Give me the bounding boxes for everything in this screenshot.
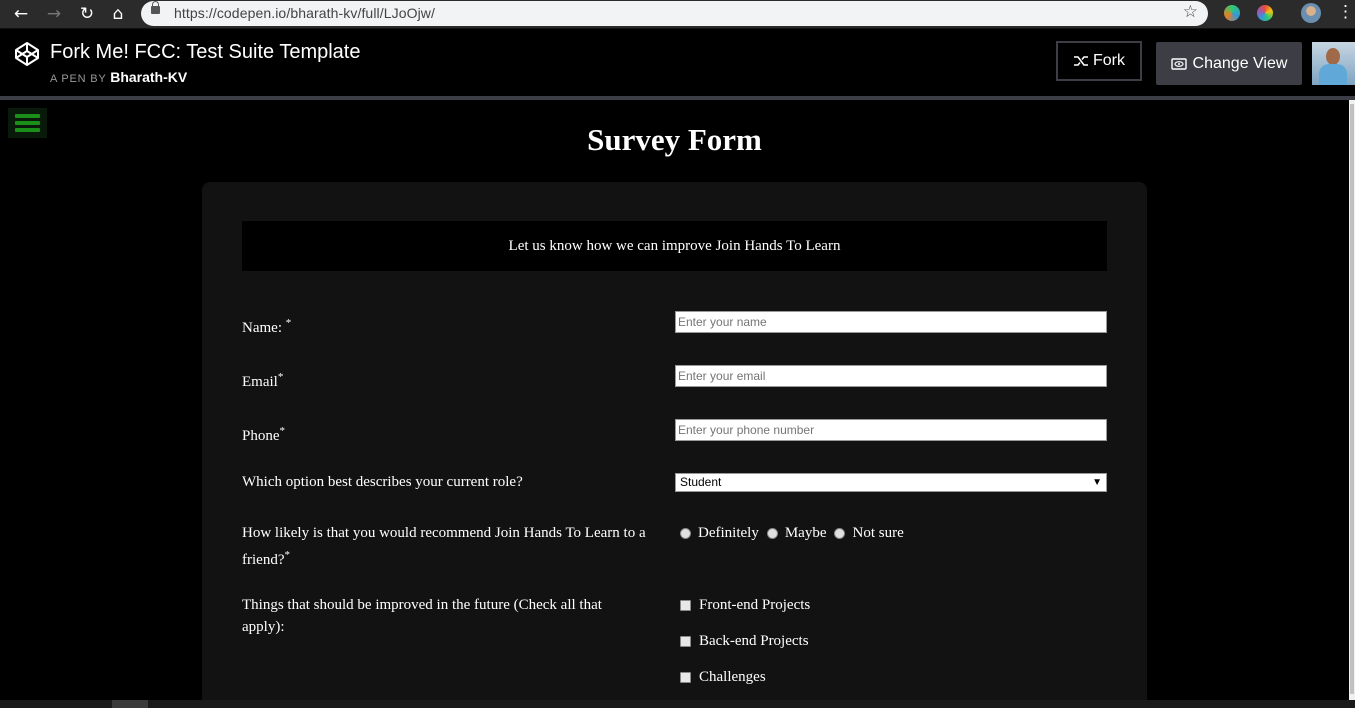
fork-button[interactable]: Fork	[1056, 41, 1142, 81]
email-label: Email*	[242, 371, 284, 390]
required-mark: *	[277, 371, 284, 383]
recommend-label: How likely is that you would recommend J…	[242, 525, 646, 568]
extension-icon[interactable]	[1224, 5, 1240, 21]
name-label: Name: *	[242, 317, 292, 336]
change-view-label: Change View	[1192, 54, 1288, 72]
role-label: Which option best describes your current…	[242, 474, 523, 490]
page-title: Survey Form	[587, 122, 762, 157]
forward-arrow-icon[interactable]: →	[43, 3, 65, 25]
checkbox-label-back-end: Back-end Projects	[699, 633, 809, 649]
pen-byline: A PEN BY Bharath-KV	[50, 69, 187, 85]
email-input[interactable]	[675, 365, 1107, 387]
radio-label-maybe: Maybe	[784, 525, 827, 541]
star-icon[interactable]: ☆	[1183, 2, 1198, 22]
radio-label-definitely: Definitely	[698, 525, 759, 541]
dropdown-arrow-icon: ▼	[1092, 477, 1102, 488]
radio-label-not-sure: Not sure	[852, 525, 904, 541]
checkbox-challenges[interactable]	[680, 672, 691, 683]
required-mark: *	[284, 549, 290, 561]
reload-icon[interactable]: ↻	[76, 3, 98, 25]
extension-icon[interactable]	[1257, 5, 1273, 21]
home-icon[interactable]: ⌂	[107, 3, 129, 25]
improve-label: Things that should be improved in the fu…	[242, 597, 602, 635]
phone-input[interactable]	[675, 419, 1107, 441]
role-dropdown[interactable]: Student ▼	[675, 473, 1107, 492]
taskbar	[0, 700, 1355, 708]
radio-not-sure[interactable]	[834, 528, 846, 539]
checkbox-label-front-end: Front-end Projects	[699, 597, 811, 613]
form-description: Let us know how we can improve Join Hand…	[242, 221, 1107, 271]
browser-menu-icon[interactable]: ⋮	[1337, 2, 1354, 22]
name-input[interactable]	[675, 311, 1107, 333]
checkbox-label-challenges: Challenges	[699, 669, 766, 685]
address-bar[interactable]: https://codepen.io/bharath-kv/full/LJoOj…	[141, 1, 1208, 26]
required-mark: *	[285, 317, 292, 329]
checkbox-front-end[interactable]	[680, 600, 691, 611]
recommend-radio-group: Definitely Maybe Not sure	[680, 525, 912, 542]
lock-icon	[151, 1, 160, 14]
checkbox-row: Front-end Projects	[680, 597, 810, 614]
pen-title: Fork Me! FCC: Test Suite Template	[50, 41, 361, 63]
survey-form: Let us know how we can improve Join Hand…	[202, 182, 1147, 708]
change-view-button[interactable]: Change View	[1156, 42, 1302, 85]
phone-label: Phone*	[242, 425, 286, 444]
radio-maybe[interactable]	[766, 528, 778, 539]
checkbox-row: Back-end Projects	[680, 633, 809, 650]
by-label: A PEN BY	[50, 73, 107, 85]
author-link[interactable]: Bharath-KV	[110, 69, 187, 85]
pen-preview: Survey Form Let us know how we can impro…	[0, 100, 1349, 708]
radio-definitely[interactable]	[680, 528, 691, 539]
scroll-thumb[interactable]	[1350, 104, 1354, 694]
user-avatar[interactable]	[1312, 42, 1355, 85]
required-mark: *	[279, 425, 286, 437]
profile-avatar[interactable]	[1301, 3, 1321, 23]
checkbox-row: Challenges	[680, 669, 766, 686]
eye-icon	[1170, 57, 1187, 70]
codepen-logo-icon[interactable]	[14, 41, 40, 67]
back-arrow-icon[interactable]: ←	[10, 3, 32, 25]
checkbox-back-end[interactable]	[680, 636, 691, 647]
browser-toolbar: ← → ↻ ⌂ https://codepen.io/bharath-kv/fu…	[0, 0, 1355, 29]
url-text[interactable]: https://codepen.io/bharath-kv/full/LJoOj…	[174, 5, 435, 21]
fork-icon	[1074, 56, 1088, 66]
fork-label: Fork	[1093, 52, 1125, 69]
codepen-header: Fork Me! FCC: Test Suite Template A PEN …	[0, 29, 1355, 96]
role-selected: Student	[680, 475, 722, 489]
